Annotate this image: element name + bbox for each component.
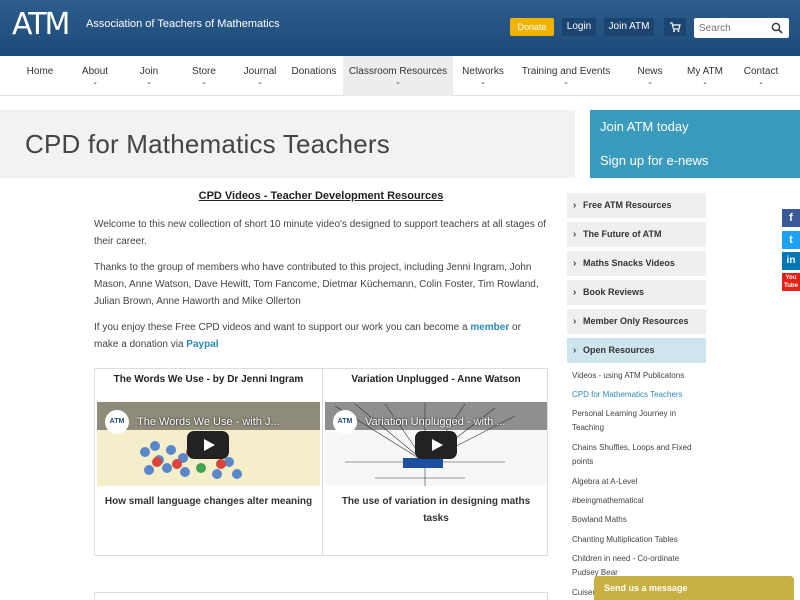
sidebar-link[interactable]: #beingmathematical: [572, 494, 704, 508]
enews-signup-link[interactable]: Sign up for e-news: [590, 144, 800, 178]
chevron-down-icon: ⌄: [563, 79, 569, 86]
nav-item-news[interactable]: News ⌄: [628, 56, 672, 96]
chevron-down-icon: ⌄: [92, 79, 98, 86]
youtube-icon[interactable]: You Tube: [782, 273, 800, 291]
nav-item-networks[interactable]: Networks ⌄: [457, 56, 509, 96]
atm-channel-logo: ATM: [105, 410, 129, 434]
video-caption: The use of variation in designing maths …: [341, 496, 531, 524]
donate-button[interactable]: Donate: [510, 18, 554, 36]
paypal-link[interactable]: Paypal: [186, 339, 218, 350]
chevron-down-icon: ⌄: [395, 79, 401, 86]
sidebar-item-open-resources[interactable]: Open Resources: [567, 338, 706, 363]
join-atm-button[interactable]: Join ATM: [604, 18, 654, 36]
page-title-band: CPD for Mathematics Teachers: [0, 110, 575, 178]
video-player[interactable]: ATM The Words We Use - with J...: [97, 402, 320, 486]
chevron-down-icon: ⌄: [257, 79, 263, 86]
video-card-title: The Words We Use - by Dr Jenni Ingram: [113, 374, 304, 385]
support-paragraph: If you enjoy these Free CPD videos and w…: [94, 322, 521, 350]
send-message-button[interactable]: Send us a message: [594, 576, 794, 600]
section-heading: CPD Videos - Teacher Development Resourc…: [198, 190, 444, 202]
main-content: CPD Videos - Teacher Development Resourc…: [94, 190, 548, 362]
video-card: Variation Unplugged - Anne Watson ATM Va…: [322, 369, 549, 555]
nav-item-home[interactable]: Home: [18, 56, 62, 96]
video-overlay-title: The Words We Use - with J...: [137, 416, 280, 428]
cart-icon: [670, 22, 681, 32]
search-icon[interactable]: [771, 22, 783, 34]
video-card: The Words We Use - by Dr Jenni Ingram AT…: [95, 369, 322, 555]
search-input[interactable]: [694, 18, 764, 39]
sidebar-link[interactable]: Bowland Maths: [572, 513, 704, 527]
video-grid: The Words We Use - by Dr Jenni Ingram AT…: [94, 368, 548, 556]
video-caption: How small language changes alter meaning: [104, 496, 313, 507]
atm-channel-logo: ATM: [333, 410, 357, 434]
video-player[interactable]: ATM Variation Unplugged - with ...: [325, 402, 547, 486]
nav-item-about[interactable]: About ⌄: [74, 56, 116, 96]
sidebar-item-maths-snacks[interactable]: Maths Snacks Videos: [567, 251, 706, 276]
org-name: Association of Teachers of Mathematics: [86, 18, 280, 30]
page-title: CPD for Mathematics Teachers: [25, 129, 390, 159]
nav-item-donations[interactable]: Donations: [288, 56, 340, 96]
sidebar-item-free-atm-resources[interactable]: Free ATM Resources: [567, 193, 706, 218]
sidebar-link[interactable]: Videos - using ATM Publicatons: [572, 369, 704, 383]
video-card-title: Variation Unplugged - Anne Watson: [351, 374, 521, 385]
atm-logo[interactable]: ATM Association of Teachers of Mathemati…: [12, 10, 280, 40]
intro-paragraph: Welcome to this new collection of short …: [94, 219, 546, 247]
sidebar-item-future-of-atm[interactable]: The Future of ATM: [567, 222, 706, 247]
logo-mark: ATM: [12, 10, 80, 40]
nav-item-training-events[interactable]: Training and Events ⌄: [518, 56, 614, 96]
chevron-down-icon: ⌄: [146, 79, 152, 86]
facebook-icon[interactable]: f: [782, 209, 800, 227]
nav-item-classroom-resources[interactable]: Classroom Resources ⌄: [343, 56, 453, 96]
sidebar-item-member-only[interactable]: Member Only Resources: [567, 309, 706, 334]
chevron-down-icon: ⌄: [758, 79, 764, 86]
nav-item-contact[interactable]: Contact ⌄: [738, 56, 784, 96]
play-icon[interactable]: [187, 431, 229, 459]
sidebar-link[interactable]: Algebra at A-Level: [572, 475, 704, 489]
sidebar-link[interactable]: Personal Learning Journey in Teaching: [572, 407, 704, 435]
sidebar-link[interactable]: Chanting Multiplication Tables: [572, 533, 704, 547]
member-link[interactable]: member: [470, 322, 509, 333]
video-grid-next-row: [94, 592, 548, 600]
linkedin-icon[interactable]: in: [782, 252, 800, 270]
nav-item-my-atm[interactable]: My ATM ⌄: [682, 56, 728, 96]
login-button[interactable]: Login: [562, 18, 596, 36]
chevron-down-icon: ⌄: [647, 79, 653, 86]
video-overlay-title: Variation Unplugged - with ...: [365, 416, 506, 428]
twitter-icon[interactable]: t: [782, 231, 800, 249]
search-box[interactable]: [694, 18, 789, 39]
thanks-paragraph: Thanks to the group of members who have …: [94, 262, 539, 307]
logo-text: ATM: [12, 7, 70, 42]
play-icon[interactable]: [415, 431, 457, 459]
chevron-down-icon: ⌄: [702, 79, 708, 86]
site-header: ATM Association of Teachers of Mathemati…: [0, 0, 800, 56]
cart-button[interactable]: [664, 18, 686, 36]
join-atm-today-link[interactable]: Join ATM today: [590, 110, 800, 144]
nav-item-journal[interactable]: Journal ⌄: [238, 56, 282, 96]
sidebar-link-active[interactable]: CPD for Mathematics Teachers: [572, 388, 704, 402]
chevron-down-icon: ⌄: [201, 79, 207, 86]
chevron-down-icon: ⌄: [480, 79, 486, 86]
main-nav: Home About ⌄ Join ⌄ Store ⌄ Journal ⌄ Do…: [0, 56, 800, 96]
nav-item-store[interactable]: Store ⌄: [184, 56, 224, 96]
sidebar-link[interactable]: Chains Shuffles, Loops and Fixed points: [572, 441, 704, 469]
nav-item-join[interactable]: Join ⌄: [130, 56, 168, 96]
sidebar-item-book-reviews[interactable]: Book Reviews: [567, 280, 706, 305]
